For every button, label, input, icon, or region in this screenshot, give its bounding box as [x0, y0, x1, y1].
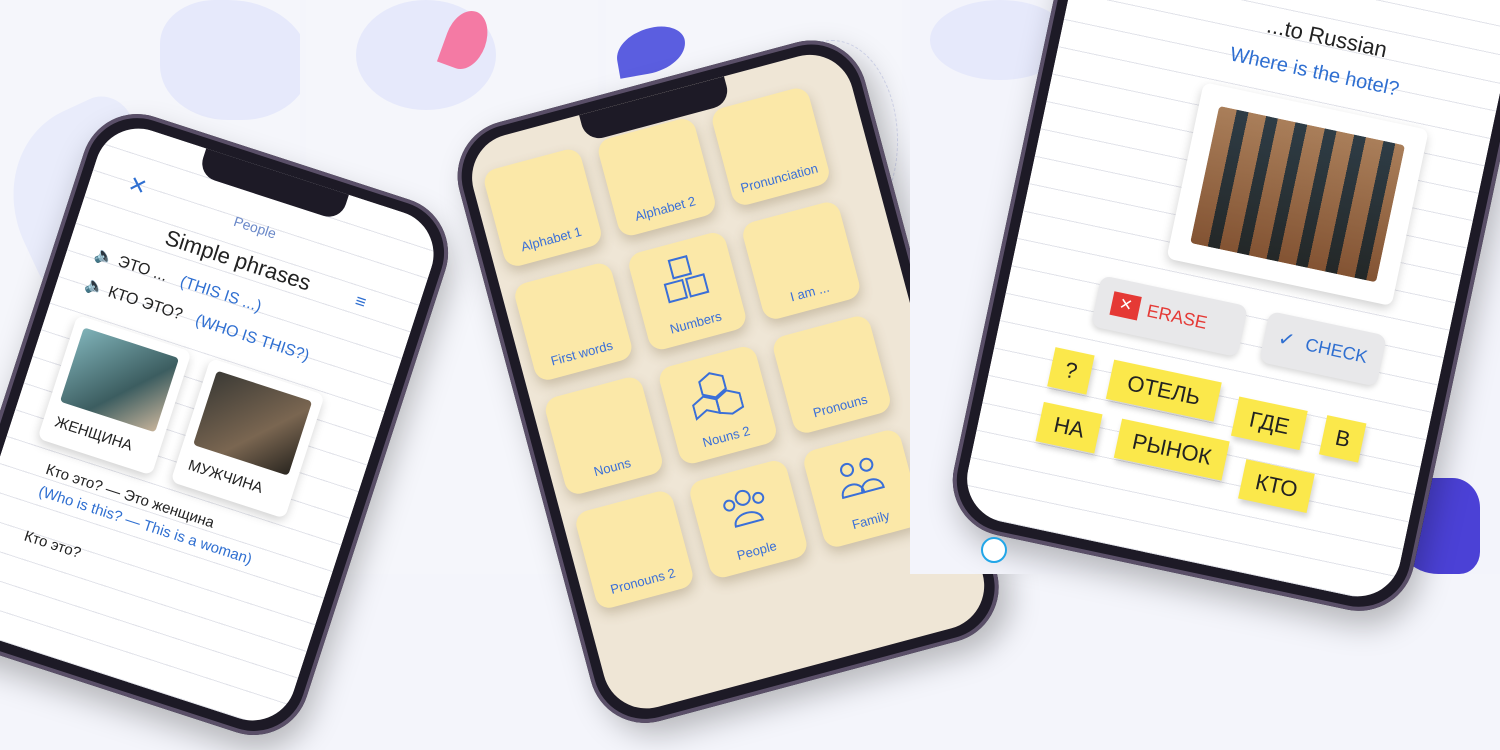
- topic-tile-numbers[interactable]: Numbers: [626, 229, 749, 353]
- topic-tile-alphabet-1[interactable]: Alphabet 1: [481, 146, 605, 269]
- check-label: CHECK: [1303, 334, 1370, 367]
- word-chip[interactable]: НА: [1035, 401, 1103, 454]
- menu-icon[interactable]: ≡: [352, 290, 369, 313]
- check-button[interactable]: ✓ CHECK: [1258, 310, 1388, 387]
- family-icon: [840, 457, 885, 500]
- quiz-screen: ...to Russian Where is the hotel? ✕ ERAS…: [958, 0, 1500, 605]
- phrase-ru: КТО ЭТО?: [105, 283, 185, 324]
- topic-tile-pronouns[interactable]: Pronouns: [770, 313, 894, 436]
- footer-ru: Кто это?: [22, 527, 84, 562]
- hotel-photo: [1190, 105, 1406, 283]
- tile-label: Numbers: [668, 308, 724, 337]
- word-chip[interactable]: ОТЕЛЬ: [1105, 359, 1222, 422]
- tile-label: Pronouns: [811, 391, 870, 421]
- topic-tile-first-words[interactable]: First words: [512, 260, 635, 383]
- tile-label: First words: [549, 337, 615, 369]
- erase-icon: ✕: [1109, 291, 1142, 321]
- hotel-photo-card: [1166, 82, 1429, 307]
- phrase-en: (WHO IS THIS?): [193, 311, 312, 365]
- topic-tile-pronunciation[interactable]: Pronunciation: [709, 85, 832, 208]
- photo-card-woman[interactable]: ЖЕНЩИНА: [37, 314, 192, 476]
- speaker-icon[interactable]: 🔈: [93, 246, 117, 268]
- selection-handle[interactable]: [981, 537, 1007, 563]
- blue-leaf-decor: [612, 22, 690, 79]
- word-chip[interactable]: ?: [1047, 347, 1095, 395]
- speaker-icon[interactable]: 🔈: [83, 276, 107, 298]
- word-chip[interactable]: В: [1318, 415, 1367, 463]
- crowd-icon: [723, 489, 765, 528]
- tile-label: Family: [850, 507, 892, 533]
- man-photo: [193, 370, 313, 476]
- tile-label: Alphabet 1: [519, 223, 584, 255]
- topic-tile-family[interactable]: Family: [801, 427, 924, 550]
- topic-tile-nouns[interactable]: Nouns: [542, 374, 666, 497]
- phrases-screen: ✕ People Simple phrases ≡ 🔈 ЭТО ... (THI…: [0, 117, 445, 732]
- close-icon[interactable]: ✕: [125, 171, 150, 201]
- woman-photo: [59, 327, 180, 433]
- category-label: People: [231, 212, 279, 242]
- tile-label: Pronouns 2: [608, 565, 677, 597]
- word-chip[interactable]: КТО: [1238, 459, 1315, 513]
- photo-card-man[interactable]: МУЖЧИНА: [170, 357, 325, 519]
- number-blocks-icon: [663, 255, 710, 304]
- tile-label: I am ...: [788, 279, 831, 305]
- tile-label: Nouns 2: [700, 423, 752, 451]
- check-icon: ✓: [1275, 327, 1297, 353]
- topic-tile-people[interactable]: People: [687, 457, 810, 581]
- word-chip[interactable]: РЫНОК: [1113, 418, 1230, 481]
- topic-tile-pronouns-2[interactable]: Pronouns 2: [573, 488, 696, 611]
- tile-label: Alphabet 2: [633, 193, 698, 224]
- phrase-ru: ЭТО ...: [115, 253, 170, 286]
- cubes-icon: [692, 372, 745, 421]
- tile-label: People: [735, 538, 779, 563]
- word-chip[interactable]: ГДЕ: [1230, 396, 1308, 451]
- tile-label: Pronunciation: [738, 160, 820, 196]
- decor-blob: [160, 0, 300, 120]
- topic-tile-i-am[interactable]: I am ...: [740, 199, 863, 322]
- phone-frame-phrases: ✕ People Simple phrases ≡ 🔈 ЭТО ... (THI…: [0, 99, 463, 750]
- tile-label: Nouns: [592, 454, 633, 480]
- erase-label: ERASE: [1145, 300, 1209, 333]
- erase-button[interactable]: ✕ ERASE: [1090, 275, 1249, 358]
- topic-tile-nouns-2[interactable]: Nouns 2: [656, 343, 780, 467]
